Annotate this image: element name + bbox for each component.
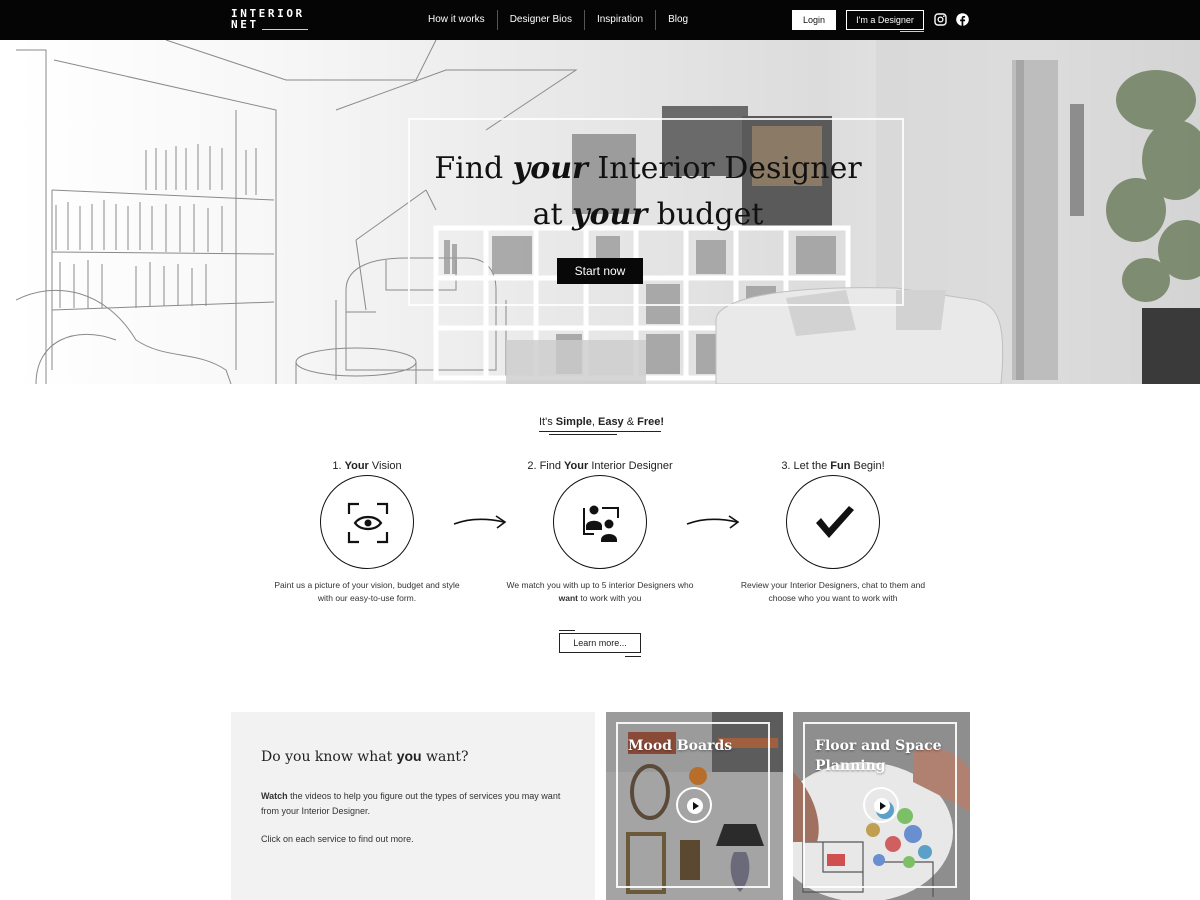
step-2-description: We match you with up to 5 interior Desig… bbox=[506, 580, 694, 603]
step-2-title: 2. Find Your Interior Designer bbox=[527, 460, 673, 472]
nav-link-how-it-works[interactable]: How it works bbox=[416, 10, 497, 30]
play-icon bbox=[687, 798, 703, 814]
nav-link-inspiration[interactable]: Inspiration bbox=[583, 10, 655, 30]
arrow-icon bbox=[686, 515, 740, 529]
checkmark-icon bbox=[816, 506, 854, 538]
step-3-description: Review your Interior Designers, chat to … bbox=[740, 580, 926, 603]
play-button[interactable] bbox=[676, 787, 712, 823]
step-1-title: 1. Your Vision bbox=[332, 460, 402, 472]
step-3-circle bbox=[786, 475, 880, 569]
designer-button-underline bbox=[900, 31, 924, 32]
tagline: It's Simple, Easy & Free! bbox=[539, 416, 665, 428]
facebook-icon[interactable] bbox=[956, 13, 969, 26]
step-1-circle bbox=[320, 475, 414, 569]
hero-title-line2: at your budget bbox=[532, 197, 764, 232]
login-button[interactable]: Login bbox=[792, 10, 836, 30]
logo[interactable]: INTERIOR NET bbox=[231, 8, 305, 30]
tagline-underline bbox=[539, 431, 661, 432]
nav-link-blog[interactable]: Blog bbox=[655, 10, 700, 30]
tagline-underline-short bbox=[549, 434, 617, 435]
play-button[interactable] bbox=[863, 787, 899, 823]
nav-links: How it works Designer Bios Inspiration B… bbox=[416, 0, 700, 40]
card-title-floor-planning: Floor and Space Planning bbox=[815, 738, 942, 774]
arrow-icon bbox=[453, 515, 507, 529]
designers-icon bbox=[583, 505, 619, 542]
designer-button[interactable]: I'm a Designer bbox=[846, 10, 924, 30]
logo-underline bbox=[262, 29, 308, 30]
start-now-button[interactable]: Start now bbox=[557, 258, 643, 284]
step-3-title: 3. Let the Fun Begin! bbox=[781, 460, 885, 472]
learn-more-accent-bottom bbox=[625, 656, 641, 657]
eye-focus-icon bbox=[347, 502, 389, 544]
info-heading: Do you know what you want? bbox=[261, 748, 469, 765]
card-title-mood-boards: Mood Boards bbox=[628, 738, 733, 754]
learn-more-button[interactable]: Learn more... bbox=[559, 633, 641, 653]
info-paragraph-2: Click on each service to find out more. bbox=[261, 834, 414, 844]
top-nav: INTERIOR NET How it works Designer Bios … bbox=[0, 0, 1200, 40]
hero-banner: Find your Interior Designer at your budg… bbox=[16, 40, 1200, 384]
card-mood-boards[interactable]: Mood Boards bbox=[606, 712, 783, 900]
card-floor-space-planning[interactable]: Floor and Space Planning bbox=[793, 712, 970, 900]
play-icon bbox=[874, 798, 890, 814]
nav-link-designer-bios[interactable]: Designer Bios bbox=[496, 10, 584, 30]
hero-title-line1: Find your Interior Designer bbox=[434, 151, 862, 186]
learn-more-accent-top bbox=[559, 630, 575, 631]
info-paragraph: Watch the videos to help you figure out … bbox=[261, 791, 561, 816]
step-1-description: Paint us a picture of your vision, budge… bbox=[274, 580, 460, 603]
instagram-icon[interactable] bbox=[934, 13, 947, 26]
step-2-circle bbox=[553, 475, 647, 569]
info-panel: Do you know what you want? Watch the vid… bbox=[231, 712, 595, 900]
hero-title: Find your Interior Designer at your budg… bbox=[368, 146, 928, 238]
